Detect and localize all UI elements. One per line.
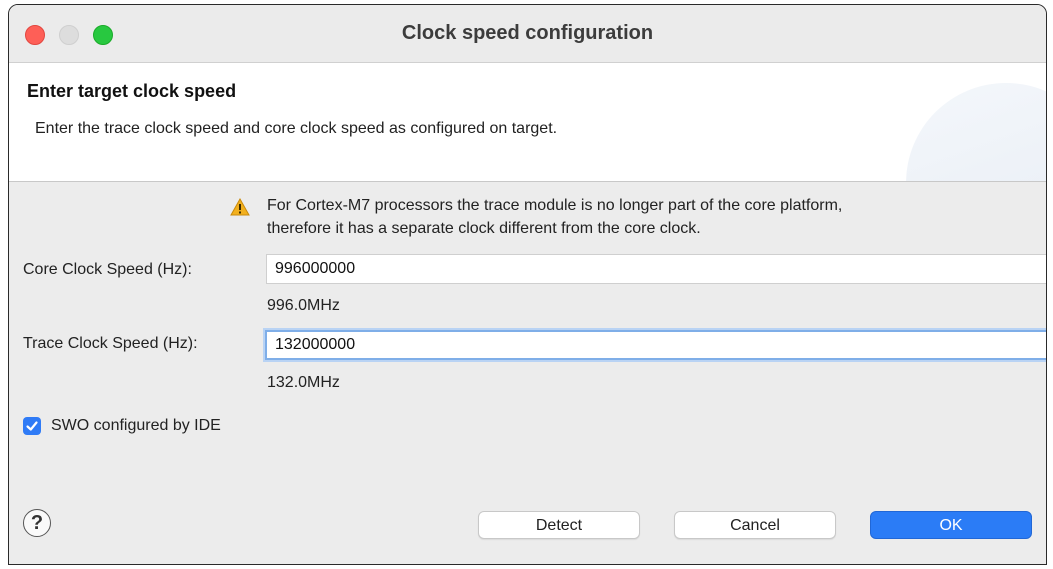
core-clock-label: Core Clock Speed (Hz):: [23, 261, 192, 278]
banner-decoration: [906, 83, 1046, 181]
banner-description: Enter the trace clock speed and core clo…: [35, 120, 558, 137]
warning-icon: [230, 198, 250, 216]
trace-clock-mhz: 132.0MHz: [267, 374, 340, 391]
ok-button[interactable]: OK: [870, 511, 1032, 539]
banner-heading: Enter target clock speed: [27, 81, 237, 101]
cancel-button[interactable]: Cancel: [674, 511, 836, 539]
detect-button[interactable]: Detect: [478, 511, 640, 539]
core-clock-input[interactable]: [266, 254, 1046, 284]
warning-line-2: therefore it has a separate clock differ…: [267, 220, 701, 237]
swo-checkbox[interactable]: [23, 417, 41, 435]
clock-speed-dialog: Clock speed configuration Enter target c…: [8, 4, 1047, 565]
warning-message: For Cortex-M7 processors the trace modul…: [267, 194, 1046, 240]
checkmark-icon: [26, 421, 38, 431]
swo-checkbox-label[interactable]: SWO configured by IDE: [51, 417, 221, 435]
title-bar: Clock speed configuration: [9, 5, 1046, 63]
header-banner: Enter target clock speed Enter the trace…: [9, 63, 1046, 182]
core-clock-mhz: 996.0MHz: [267, 297, 340, 314]
warning-line-1: For Cortex-M7 processors the trace modul…: [267, 197, 843, 214]
window-title: Clock speed configuration: [401, 22, 654, 44]
trace-clock-label: Trace Clock Speed (Hz):: [23, 335, 198, 352]
trace-clock-input[interactable]: [265, 330, 1046, 360]
help-icon[interactable]: ?: [23, 509, 51, 537]
